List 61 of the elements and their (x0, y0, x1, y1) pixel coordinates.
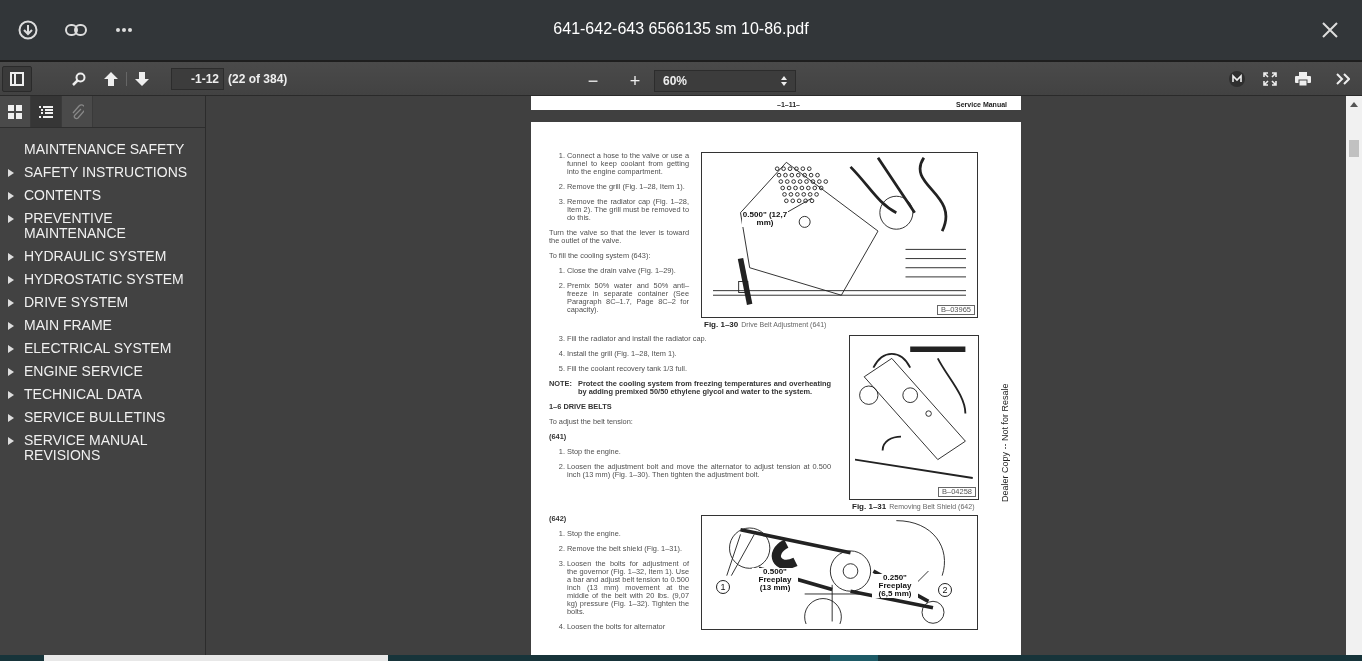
zoom-in-button[interactable]: + (622, 68, 648, 94)
sidebar-tab[interactable] (31, 96, 62, 127)
outline-item[interactable]: SERVICE MANUAL REVISIONS (24, 433, 205, 463)
outline-item[interactable]: ELECTRICAL SYSTEM (24, 341, 205, 356)
outline-item[interactable]: HYDROSTATIC SYSTEM (24, 272, 205, 287)
watermark-text: Dealer Copy -- Not for Resale (1001, 383, 1009, 502)
page-number-field[interactable]: -1-12 (171, 67, 224, 90)
outline-item[interactable]: SERVICE BULLETINS (24, 410, 205, 425)
list-icon (39, 104, 53, 119)
paperclip-icon (70, 103, 84, 120)
sidebar-toggle-button[interactable] (2, 65, 32, 92)
updown-icon (781, 76, 787, 86)
link-icon (65, 23, 87, 37)
outline-item[interactable]: HYDRAULIC SYSTEM (24, 249, 205, 264)
arrow-down-icon (135, 71, 149, 86)
expand-triangle-icon[interactable] (8, 253, 14, 261)
download-icon (18, 20, 38, 40)
outline-item[interactable]: SAFETY INSTRUCTIONS (24, 165, 205, 180)
outline-item[interactable]: TECHNICAL DATA (24, 387, 205, 402)
document-title: 641-642-643 6566135 sm 10-86.pdf (553, 20, 809, 37)
scrollbar-thumb[interactable] (1349, 140, 1359, 157)
expand-triangle-icon[interactable] (8, 215, 14, 223)
double-chevron-icon (1336, 72, 1350, 85)
zoom-select[interactable]: 60% (654, 70, 796, 92)
figure-label: 0.500" (12,7 mm) (742, 211, 788, 227)
figure-number: Fig. 1–30 (704, 321, 739, 329)
outline-item[interactable]: CONTENTS (24, 188, 205, 203)
expand-triangle-icon[interactable] (8, 437, 14, 445)
figure-label: 0.500" Freeplay (13 mm) (752, 568, 798, 592)
figure-label: 0.250" Freeplay (6,5 mm) (872, 574, 918, 598)
fullscreen-icon (1263, 71, 1277, 86)
scroll-up-icon[interactable] (1350, 102, 1358, 107)
outline-item[interactable]: ENGINE SERVICE (24, 364, 205, 379)
expand-triangle-icon[interactable] (8, 414, 14, 422)
page-count: (22 of 384) (228, 71, 288, 86)
sidebar-tab[interactable] (0, 96, 31, 127)
figure-number: Fig. 1–31 (852, 503, 887, 511)
more-icon (115, 27, 133, 33)
scrollbar[interactable] (1346, 96, 1362, 655)
m-icon (1229, 70, 1245, 87)
outline-item[interactable]: MAINTENANCE SAFETY (24, 142, 205, 157)
expand-triangle-icon[interactable] (8, 276, 14, 284)
expand-triangle-icon[interactable] (8, 299, 14, 307)
zoom-out-button[interactable]: − (580, 68, 606, 94)
expand-triangle-icon[interactable] (8, 192, 14, 200)
outline-item[interactable]: MAIN FRAME (24, 318, 205, 333)
expand-triangle-icon[interactable] (8, 169, 14, 177)
close-icon (1322, 22, 1338, 38)
grid-icon (8, 104, 22, 119)
expand-triangle-icon[interactable] (8, 345, 14, 353)
outline-item[interactable]: DRIVE SYSTEM (24, 295, 205, 310)
outline-item[interactable]: PREVENTIVE MAINTENANCE (24, 211, 205, 241)
expand-triangle-icon[interactable] (8, 391, 14, 399)
search-icon (72, 71, 86, 86)
expand-triangle-icon[interactable] (8, 368, 14, 376)
callout-number: 1 (716, 580, 730, 594)
callout-number: 2 (938, 583, 952, 597)
arrow-up-icon (104, 71, 118, 86)
expand-triangle-icon[interactable] (8, 322, 14, 330)
sidebar-icon (10, 71, 24, 86)
print-icon (1295, 71, 1311, 86)
